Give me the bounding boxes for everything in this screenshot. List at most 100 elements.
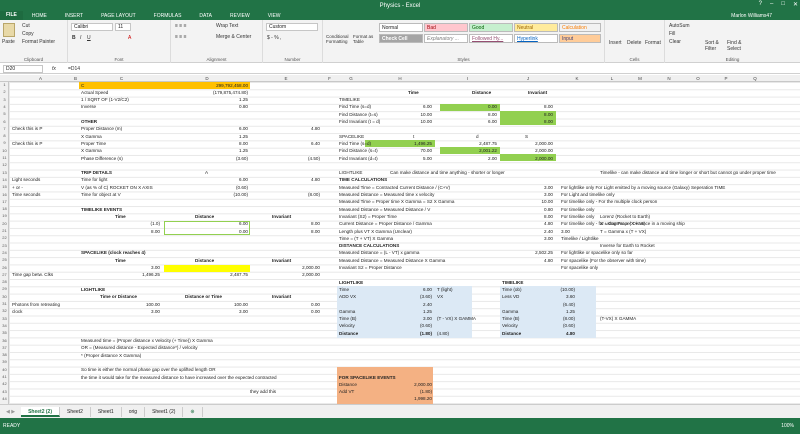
cell[interactable]: 8.00 [473,119,553,126]
cell[interactable]: Lorenz (Rocket to Earth) [600,214,650,221]
cell[interactable]: 8.00 [80,229,160,236]
cell[interactable]: Actual Speed [81,90,108,97]
cell[interactable]: SPACELIKE (clock reaches 4) [81,250,146,257]
row-header[interactable]: 7 [0,126,9,131]
cell[interactable]: Invariant (S2) = Proper Time [339,214,397,221]
cell[interactable]: OTHER [81,119,97,126]
number-format-select[interactable]: Custom [266,23,318,31]
cell[interactable]: 1.25 [168,134,248,141]
row-header[interactable]: 31 [0,301,9,306]
row-header[interactable]: 26 [0,265,9,270]
cell[interactable]: Invariant [272,258,291,265]
cell[interactable]: (8.00) [495,316,575,323]
formula-input[interactable]: =D14 [68,66,80,72]
cell[interactable]: Measured Time = Contracted Current Dista… [339,185,450,192]
align-top-icon[interactable]: ≡ ≡ ≡ [175,23,187,29]
row-header[interactable]: 42 [0,381,9,386]
cell[interactable]: 2.40 [473,229,553,236]
cell[interactable]: 4.80 [473,221,553,228]
cell[interactable]: Time [408,90,419,97]
underline-icon[interactable]: U [87,35,91,41]
row-header[interactable]: 33 [0,316,9,321]
cell[interactable]: TIME CALCULATIONS [339,177,387,184]
row-header[interactable]: 39 [0,359,9,364]
clear-button[interactable]: Clear [669,39,681,45]
cell[interactable]: Invariant [272,294,291,301]
cell[interactable]: Time or Distance [100,294,137,301]
cell[interactable]: For lightlike only For Light emitted by … [561,185,725,192]
cell[interactable]: (4.50) [240,156,320,163]
cell[interactable]: Time [115,258,126,265]
cell[interactable]: For spacelike (For the observer with tim… [561,258,646,265]
cell[interactable]: Time for object at V [81,192,121,199]
cell[interactable]: C [81,83,84,90]
cell[interactable]: For Light and timelike only [561,192,615,199]
sheet-tab[interactable]: orig [122,406,146,417]
row-header[interactable]: 21 [0,228,9,233]
column-header[interactable]: O [684,75,712,82]
paste-button[interactable]: Paste [2,39,15,45]
cell[interactable]: 8.00 [168,141,248,148]
cell[interactable]: (8.00) [240,192,320,199]
cell[interactable]: Measured Time = Proper time X Gamma = S2… [339,199,454,206]
cell[interactable]: Inverse for Earth to Rocket [600,243,655,250]
font-size-select[interactable]: 11 [115,23,131,31]
cell[interactable]: A [205,170,208,177]
cell[interactable]: Invariant [528,90,547,97]
cell[interactable]: (T - VX) X GAMMA [437,316,476,323]
cell[interactable]: 6.00 [168,221,248,228]
style-good[interactable]: Good [469,23,513,32]
style-bad[interactable]: Bad [424,23,468,32]
cell[interactable]: Proper Distance (m) [81,126,122,133]
cell[interactable]: (0.60) [168,185,248,192]
cell[interactable]: (4.80) [437,331,449,338]
cell[interactable]: 4.80 [473,258,553,265]
cell[interactable]: For timelike only [561,207,594,214]
wrap-text-button[interactable]: Wrap Text [216,23,238,29]
style-input[interactable]: Input [559,34,601,43]
cell[interactable]: clock [12,309,22,316]
column-header[interactable]: A [9,75,72,82]
cell[interactable]: 0.80 [168,104,248,111]
zoom-level[interactable]: 100% [781,423,794,429]
cut-button[interactable]: Cut [22,23,30,29]
cell[interactable]: Timelike / Lightlike [561,236,599,243]
cell[interactable]: 6.00 [168,177,248,184]
cell[interactable]: TIMELIKE [339,97,360,104]
cell[interactable]: 6.00 [168,126,248,133]
tab-insert[interactable]: INSERT [56,13,92,19]
cell[interactable]: LIGHTLIKE [339,280,363,287]
row-header[interactable]: 43 [0,389,9,394]
column-header[interactable]: Q [740,75,770,82]
tab-page-layout[interactable]: PAGE LAYOUT [92,13,145,19]
cell[interactable]: 6.40 [240,141,320,148]
cell[interactable]: V (as % of C) ROCKET ON X AXIS [81,185,153,192]
cell[interactable]: 4.80 [240,126,320,133]
cell[interactable]: 2,000.00 [473,141,553,148]
cell[interactable]: FOR SPACELIKE EVENTS [339,375,396,382]
style-neutral[interactable]: Neutral [514,23,558,32]
autosum-button[interactable]: AutoSum [669,23,690,29]
cell[interactable]: Time [115,214,126,221]
column-header[interactable]: J [500,75,556,82]
column-header[interactable]: D [164,75,250,82]
cell[interactable]: Check this is P [12,141,42,148]
row-header[interactable]: 27 [0,272,9,277]
cell[interactable]: (3.60) [168,156,248,163]
column-header[interactable]: E [250,75,322,82]
column-header[interactable]: L [598,75,626,82]
cell[interactable]: 3.00 [168,309,248,316]
delete-button[interactable]: Delete [627,40,641,46]
cell[interactable]: Photons from retreating [12,302,60,309]
cell[interactable]: 8.00 [473,104,553,111]
cell[interactable]: LIGHTLIKE [339,170,363,177]
row-header[interactable]: 40 [0,367,9,372]
cell[interactable]: SPACELIKE [339,134,364,141]
cell[interactable]: 8.00 [240,221,320,228]
cell[interactable]: 0.00 [240,302,320,309]
cell[interactable]: Time gap betw. Clks [12,272,53,279]
cell[interactable]: 0.80 [473,207,553,214]
cell[interactable]: 6.00 [352,287,432,294]
cell[interactable]: Inverse [81,104,96,111]
row-header[interactable]: 4 [0,104,9,109]
